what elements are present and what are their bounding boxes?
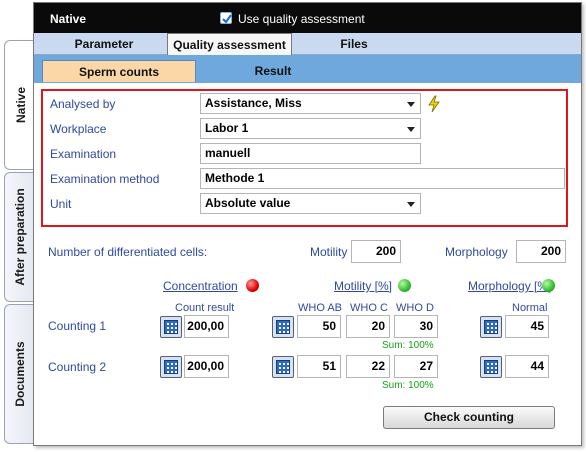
examination-method-label: Examination method xyxy=(50,172,160,186)
counting-1-who-c[interactable]: 20 xyxy=(346,315,390,338)
calculator-icon[interactable] xyxy=(272,356,294,378)
concentration-header[interactable]: Concentration xyxy=(163,279,238,293)
workplace-select[interactable]: Labor 1 xyxy=(200,118,421,139)
checkmark-icon xyxy=(222,14,232,24)
examination-method-input[interactable]: Methode 1 xyxy=(200,168,565,189)
who-ab-header: WHO AB xyxy=(298,302,343,314)
workplace-value: Labor 1 xyxy=(205,121,249,135)
concentration-status-icon xyxy=(246,279,259,292)
chevron-down-icon xyxy=(407,102,415,107)
analysed-by-value: Assistance, Miss xyxy=(205,96,302,110)
counting-1-label: Counting 1 xyxy=(48,319,107,333)
side-tab-documents-label: Documents xyxy=(12,341,27,407)
analysed-by-select[interactable]: Assistance, Miss xyxy=(200,93,421,114)
count-result-header: Count result xyxy=(175,302,235,314)
side-tab-after-preparation[interactable]: After preparation xyxy=(4,172,34,302)
unit-select[interactable]: Absolute value xyxy=(200,193,421,214)
main-panel: Native Use quality assessment Parameter … xyxy=(33,2,582,446)
side-tab-native-label: Native xyxy=(14,86,28,124)
counting-2-count-result[interactable]: 200,00 xyxy=(184,355,229,378)
examination-method-value: Methode 1 xyxy=(205,171,265,185)
calculator-icon[interactable] xyxy=(480,356,502,378)
counting-2-normal[interactable]: 44 xyxy=(505,355,549,378)
use-quality-label: Use quality assessment xyxy=(238,12,365,26)
counting-2-who-ab[interactable]: 51 xyxy=(297,355,341,378)
subtab-result[interactable]: Result xyxy=(196,60,350,82)
who-c-header: WHO C xyxy=(350,302,388,314)
unit-label: Unit xyxy=(50,197,72,211)
counting-1-count-result[interactable]: 200,00 xyxy=(184,315,229,338)
normal-header: Normal xyxy=(512,302,548,314)
check-counting-button[interactable]: Check counting xyxy=(383,406,555,429)
counting-1-who-d[interactable]: 30 xyxy=(394,315,438,338)
title-bar: Native Use quality assessment xyxy=(34,3,581,33)
calculator-icon[interactable] xyxy=(160,356,182,378)
counting-1-who-ab[interactable]: 50 xyxy=(297,315,341,338)
who-d-header: WHO D xyxy=(396,302,434,314)
examination-value: manuell xyxy=(205,146,251,160)
side-tab-after-preparation-label: After preparation xyxy=(12,188,27,286)
panel-title: Native xyxy=(50,12,87,26)
morphology-header[interactable]: Morphology [%] xyxy=(468,279,551,293)
unit-value: Absolute value xyxy=(205,196,291,210)
side-tab-documents[interactable]: Documents xyxy=(4,304,34,444)
motility-status-icon xyxy=(398,279,411,292)
counting-1-normal[interactable]: 45 xyxy=(505,315,549,338)
counting-1-sum: Sum: 100% xyxy=(382,340,434,351)
counting-2-label: Counting 2 xyxy=(48,360,107,374)
examination-label: Examination xyxy=(50,147,117,161)
counting-2-who-d[interactable]: 27 xyxy=(394,355,438,378)
chevron-down-icon xyxy=(407,127,415,132)
calculator-icon[interactable] xyxy=(480,316,502,338)
calculator-icon[interactable] xyxy=(272,316,294,338)
chevron-down-icon xyxy=(407,202,415,207)
calculator-icon[interactable] xyxy=(160,316,182,338)
morphology-status-icon xyxy=(542,279,555,292)
tab-quality-assessment[interactable]: Quality assessment xyxy=(167,33,292,56)
motility-count-label: Motility xyxy=(310,245,348,259)
morphology-count-input[interactable]: 200 xyxy=(516,240,566,263)
sub-tabs: Sperm counts Result xyxy=(34,55,581,83)
motility-count-input[interactable]: 200 xyxy=(351,240,401,263)
lightning-icon[interactable] xyxy=(426,95,442,113)
motility-header[interactable]: Motility [%] xyxy=(334,279,392,293)
differentiated-cells-label: Number of differentiated cells: xyxy=(48,245,208,259)
counting-2-sum: Sum: 100% xyxy=(382,380,434,391)
subtab-sperm-counts[interactable]: Sperm counts xyxy=(42,60,196,82)
morphology-count-label: Morphology xyxy=(445,245,508,259)
main-tabs: Parameter Quality assessment Files xyxy=(34,33,581,56)
workplace-label: Workplace xyxy=(50,122,107,136)
analysed-by-label: Analysed by xyxy=(50,97,116,111)
examination-input[interactable]: manuell xyxy=(200,143,421,164)
tab-parameter[interactable]: Parameter xyxy=(54,33,154,55)
tab-files[interactable]: Files xyxy=(314,33,394,55)
counting-2-who-c[interactable]: 22 xyxy=(346,355,390,378)
use-quality-checkbox[interactable] xyxy=(220,12,232,24)
